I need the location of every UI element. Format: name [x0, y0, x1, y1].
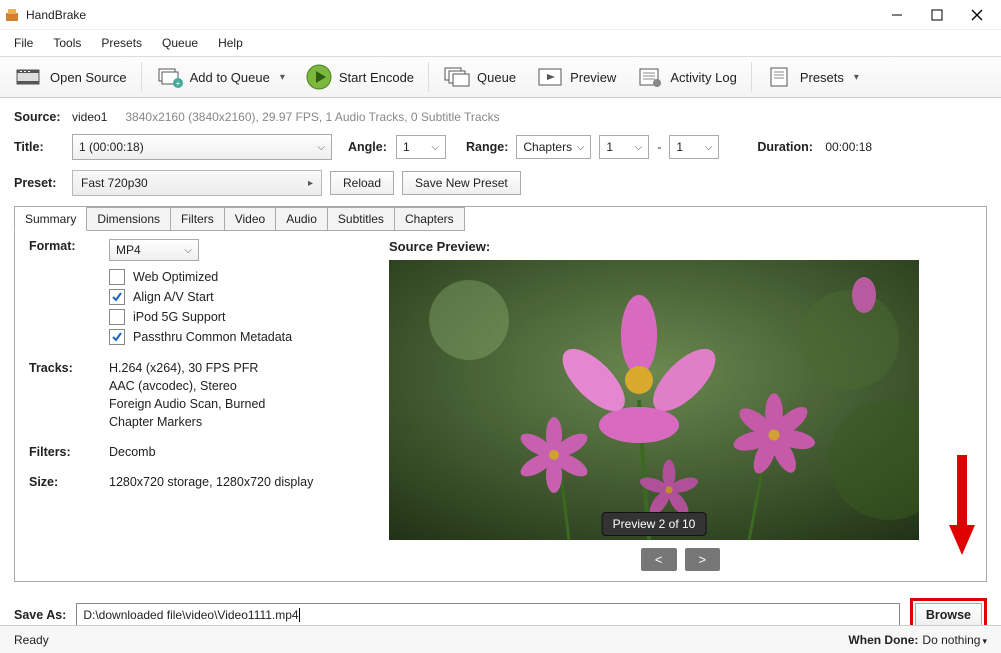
- passthru-meta-label: Passthru Common Metadata: [133, 330, 292, 344]
- when-done-select[interactable]: Do nothing▾: [922, 633, 987, 647]
- start-encode-button[interactable]: Start Encode: [295, 61, 424, 93]
- angle-select[interactable]: 1⌵: [396, 135, 446, 159]
- presets-button[interactable]: Presets: [756, 61, 869, 93]
- queue-label: Queue: [477, 70, 516, 85]
- duration-label: Duration:: [757, 140, 817, 154]
- play-icon: [305, 65, 333, 89]
- tracks-line-4: Chapter Markers: [109, 415, 369, 429]
- open-source-label: Open Source: [50, 70, 127, 85]
- range-from-select[interactable]: 1⌵: [599, 135, 649, 159]
- preview-label: Preview: [570, 70, 616, 85]
- title-row: Title: 1 (00:00:18)⌵ Angle: 1⌵ Range: Ch…: [14, 134, 987, 160]
- preset-select[interactable]: Fast 720p30▸: [72, 170, 322, 196]
- filters-value: Decomb: [109, 445, 369, 459]
- tab-chapters[interactable]: Chapters: [395, 207, 465, 231]
- tracks-line-2: AAC (avcodec), Stereo: [109, 379, 369, 393]
- queue-icon: [443, 65, 471, 89]
- preview-prev-button[interactable]: <: [641, 548, 677, 571]
- queue-button[interactable]: Queue: [433, 61, 526, 93]
- source-name: video1: [72, 110, 107, 124]
- menu-tools[interactable]: Tools: [43, 32, 91, 54]
- app-title: HandBrake: [26, 8, 86, 22]
- film-open-icon: [16, 65, 44, 89]
- align-av-checkbox[interactable]: [109, 289, 125, 305]
- save-as-input[interactable]: D:\downloaded file\video\Video1111.mp4: [76, 603, 900, 627]
- activity-log-icon: [636, 65, 664, 89]
- source-label: Source:: [14, 110, 64, 124]
- size-label: Size:: [29, 475, 109, 489]
- menubar: File Tools Presets Queue Help: [0, 30, 1001, 56]
- preview-icon: [536, 65, 564, 89]
- format-select[interactable]: MP4⌵: [109, 239, 199, 261]
- format-label: Format:: [29, 239, 109, 349]
- svg-text:+: +: [175, 79, 180, 88]
- tabs-container: Summary Dimensions Filters Video Audio S…: [14, 206, 987, 582]
- tab-audio[interactable]: Audio: [276, 207, 328, 231]
- align-av-label: Align A/V Start: [133, 290, 214, 304]
- tab-summary[interactable]: Summary: [14, 206, 87, 231]
- menu-help[interactable]: Help: [208, 32, 253, 54]
- range-dash: -: [657, 140, 661, 154]
- status-text: Ready: [14, 633, 49, 647]
- range-label: Range:: [466, 140, 508, 154]
- menu-presets[interactable]: Presets: [91, 32, 152, 54]
- tab-subtitles[interactable]: Subtitles: [328, 207, 395, 231]
- add-queue-button[interactable]: + Add to Queue: [146, 61, 295, 93]
- preview-button[interactable]: Preview: [526, 61, 626, 93]
- activity-label: Activity Log: [670, 70, 736, 85]
- status-bar: Ready When Done: Do nothing▾: [0, 625, 1001, 653]
- browse-button[interactable]: Browse: [915, 603, 982, 627]
- passthru-meta-checkbox[interactable]: [109, 329, 125, 345]
- web-optimized-label: Web Optimized: [133, 270, 218, 284]
- filters-label: Filters:: [29, 445, 109, 459]
- duration-value: 00:00:18: [825, 140, 872, 154]
- save-new-preset-button[interactable]: Save New Preset: [402, 171, 521, 195]
- source-preview-label: Source Preview:: [389, 239, 972, 254]
- save-as-label: Save As:: [14, 608, 66, 622]
- toolbar: Open Source + Add to Queue Start Encode …: [0, 56, 1001, 98]
- size-value: 1280x720 storage, 1280x720 display: [109, 475, 369, 489]
- source-preview-image: Preview 2 of 10: [389, 260, 919, 540]
- preset-label: Preset:: [14, 176, 64, 190]
- add-queue-icon: +: [156, 65, 184, 89]
- ipod-label: iPod 5G Support: [133, 310, 225, 324]
- tab-video[interactable]: Video: [225, 207, 276, 231]
- angle-label: Angle:: [348, 140, 388, 154]
- activity-button[interactable]: Activity Log: [626, 61, 746, 93]
- tab-filters[interactable]: Filters: [171, 207, 225, 231]
- titlebar: HandBrake: [0, 0, 1001, 30]
- source-row: Source: video1 3840x2160 (3840x2160), 29…: [14, 110, 987, 124]
- reload-button[interactable]: Reload: [330, 171, 394, 195]
- tracks-label: Tracks:: [29, 361, 109, 429]
- source-info: 3840x2160 (3840x2160), 29.97 FPS, 1 Audi…: [125, 110, 499, 124]
- title-select[interactable]: 1 (00:00:18)⌵: [72, 134, 332, 160]
- web-optimized-checkbox[interactable]: [109, 269, 125, 285]
- tracks-line-3: Foreign Audio Scan, Burned: [109, 397, 369, 411]
- add-queue-label: Add to Queue: [190, 70, 270, 85]
- ipod-checkbox[interactable]: [109, 309, 125, 325]
- window-maximize-button[interactable]: [917, 0, 957, 30]
- range-to-select[interactable]: 1⌵: [669, 135, 719, 159]
- start-encode-label: Start Encode: [339, 70, 414, 85]
- range-mode-select[interactable]: Chapters⌵: [516, 135, 591, 159]
- open-source-button[interactable]: Open Source: [6, 61, 137, 93]
- title-label: Title:: [14, 140, 64, 154]
- preview-next-button[interactable]: >: [685, 548, 721, 571]
- window-minimize-button[interactable]: [877, 0, 917, 30]
- window-close-button[interactable]: [957, 0, 997, 30]
- presets-label: Presets: [800, 70, 844, 85]
- menu-file[interactable]: File: [4, 32, 43, 54]
- tracks-line-1: H.264 (x264), 30 FPS PFR: [109, 361, 369, 375]
- preview-counter: Preview 2 of 10: [602, 512, 707, 536]
- tab-dimensions[interactable]: Dimensions: [87, 207, 171, 231]
- presets-icon: [766, 65, 794, 89]
- app-icon: [4, 7, 20, 23]
- when-done-label: When Done:: [848, 633, 918, 647]
- menu-queue[interactable]: Queue: [152, 32, 208, 54]
- preset-row: Preset: Fast 720p30▸ Reload Save New Pre…: [14, 170, 987, 196]
